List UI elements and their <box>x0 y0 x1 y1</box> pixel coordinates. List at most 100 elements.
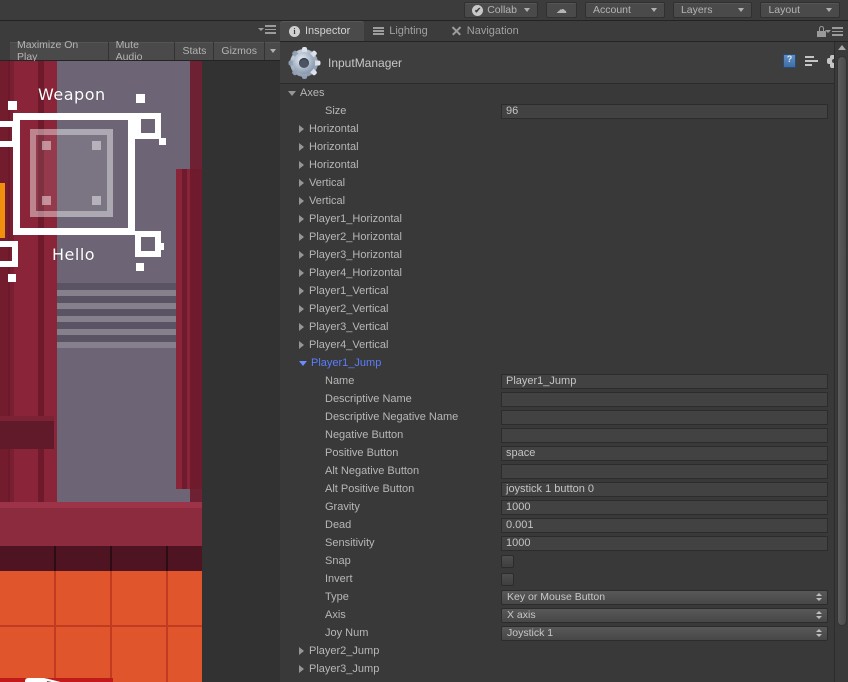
property-text-input[interactable]: 1000 <box>501 535 828 551</box>
chevron-right-icon[interactable] <box>299 197 304 205</box>
property-row[interactable]: Positive Button space <box>280 444 848 462</box>
axis-row[interactable]: Vertical <box>280 192 848 210</box>
property-row[interactable]: Sensitivity 1000 <box>280 534 848 552</box>
axes-foldout-row[interactable]: Axes <box>280 84 848 102</box>
axis-row[interactable]: Horizontal <box>280 156 848 174</box>
size-row[interactable]: Size 96 <box>280 102 848 120</box>
chevron-right-icon[interactable] <box>299 161 304 169</box>
property-row[interactable]: Type Key or Mouse Button <box>280 588 848 606</box>
scene-orange-strip <box>0 183 5 238</box>
game-panel-menu-icon[interactable] <box>258 25 276 34</box>
property-text-input[interactable]: 1000 <box>501 499 828 515</box>
property-text-input[interactable] <box>501 427 828 443</box>
property-row[interactable]: Gravity 1000 <box>280 498 848 516</box>
chevron-right-icon[interactable] <box>299 251 304 259</box>
account-button[interactable]: Account <box>585 2 665 18</box>
axis-row[interactable]: Player2_Vertical <box>280 300 848 318</box>
chevron-right-icon[interactable] <box>299 125 304 133</box>
axis-row[interactable]: Player2_Horizontal <box>280 228 848 246</box>
chevron-right-icon[interactable] <box>299 287 304 295</box>
chevron-right-icon[interactable] <box>299 305 304 313</box>
scrollbar-thumb[interactable] <box>837 56 847 626</box>
chevron-right-icon[interactable] <box>299 665 304 673</box>
property-row[interactable]: Dead 0.001 <box>280 516 848 534</box>
chevron-right-icon[interactable] <box>299 143 304 151</box>
inspector-panel: i Inspector Lighting Navigation InputMan… <box>280 21 848 682</box>
tab-navigation[interactable]: Navigation <box>442 21 533 41</box>
axis-row[interactable]: Player1_Vertical <box>280 282 848 300</box>
property-row[interactable]: Alt Positive Button joystick 1 button 0 <box>280 480 848 498</box>
size-input[interactable]: 96 <box>501 103 828 119</box>
property-text-input[interactable]: Player1_Jump <box>501 373 828 389</box>
property-row[interactable]: Snap <box>280 552 848 570</box>
axis-row[interactable]: Player4_Horizontal <box>280 264 848 282</box>
axis-row-label: Player2_Horizontal <box>309 231 402 243</box>
selected-axis-foldout-row[interactable]: Player1_Jump <box>280 354 848 372</box>
stats-button[interactable]: Stats <box>175 42 215 60</box>
chevron-right-icon[interactable] <box>299 269 304 277</box>
chevron-right-icon[interactable] <box>299 341 304 349</box>
chevron-right-icon[interactable] <box>299 179 304 187</box>
page-title: InputManager <box>328 55 403 70</box>
property-dropdown[interactable]: Joystick 1 <box>501 625 828 641</box>
property-row[interactable]: Name Player1_Jump <box>280 372 848 390</box>
property-text-input[interactable] <box>501 391 828 407</box>
tab-lighting[interactable]: Lighting <box>364 21 442 41</box>
axis-row[interactable]: Player3_Jump <box>280 660 848 678</box>
axis-row[interactable]: Player2_Jump <box>280 642 848 660</box>
property-row[interactable]: Alt Negative Button <box>280 462 848 480</box>
tab-inspector[interactable]: i Inspector <box>280 21 365 41</box>
maximize-on-play-button[interactable]: Maximize On Play <box>10 39 109 63</box>
axis-row[interactable]: Player3_Horizontal <box>280 246 848 264</box>
property-row[interactable]: Descriptive Name <box>280 390 848 408</box>
inspector-header: InputManager <box>280 42 848 84</box>
property-dropdown[interactable]: Key or Mouse Button <box>501 589 828 605</box>
cloud-icon: ☁ <box>556 3 567 16</box>
axis-row[interactable]: Horizontal <box>280 120 848 138</box>
property-text-input[interactable] <box>501 463 828 479</box>
scroll-up-arrow-icon[interactable] <box>838 45 846 50</box>
axis-row[interactable]: Player4_Vertical <box>280 336 848 354</box>
selection-box[interactable] <box>13 113 135 235</box>
property-text-input[interactable]: joystick 1 button 0 <box>501 481 828 497</box>
chevron-right-icon[interactable] <box>299 323 304 331</box>
chevron-right-icon[interactable] <box>299 233 304 241</box>
cloud-button[interactable]: ☁ <box>546 2 577 18</box>
property-row[interactable]: Joy Num Joystick 1 <box>280 624 848 642</box>
lighting-icon <box>373 27 385 35</box>
gizmos-dropdown-button[interactable] <box>264 42 280 60</box>
collab-button[interactable]: ✔ Collab <box>464 2 538 18</box>
axis-row[interactable]: Player1_Horizontal <box>280 210 848 228</box>
marker-dot <box>8 274 16 282</box>
preset-icon[interactable] <box>805 55 818 67</box>
axis-row[interactable]: Horizontal <box>280 138 848 156</box>
chevron-down-icon[interactable] <box>288 91 296 96</box>
help-icon[interactable] <box>783 54 796 68</box>
scene-floor-dark-lines <box>0 546 202 571</box>
layers-button[interactable]: Layers <box>672 2 753 18</box>
axis-row-label: Player3_Horizontal <box>309 249 402 261</box>
inspector-menu-icon[interactable] <box>825 27 843 36</box>
property-text-input[interactable] <box>501 409 828 425</box>
axis-row[interactable]: Vertical <box>280 174 848 192</box>
mute-audio-button[interactable]: Mute Audio <box>108 39 176 63</box>
property-dropdown[interactable]: X axis <box>501 607 828 623</box>
game-view[interactable]: Weapon Hello <box>0 61 202 682</box>
property-text-input[interactable]: space <box>501 445 828 461</box>
property-checkbox[interactable] <box>501 554 514 568</box>
chevron-down-icon[interactable] <box>299 361 307 366</box>
property-text-input[interactable]: 0.001 <box>501 517 828 533</box>
property-row[interactable]: Descriptive Negative Name <box>280 408 848 426</box>
property-checkbox[interactable] <box>501 572 514 586</box>
property-label: Type <box>325 591 349 603</box>
property-row[interactable]: Axis X axis <box>280 606 848 624</box>
gizmos-button[interactable]: Gizmos <box>214 42 264 60</box>
axis-row[interactable]: Player3_Vertical <box>280 318 848 336</box>
property-row[interactable]: Invert <box>280 570 848 588</box>
layout-button[interactable]: Layout <box>760 2 840 18</box>
chevron-right-icon[interactable] <box>299 215 304 223</box>
chevron-right-icon[interactable] <box>299 647 304 655</box>
top-toolbar: ✔ Collab ☁ Account Layers Layout <box>0 0 848 21</box>
inspector-scrollbar[interactable] <box>834 42 848 682</box>
property-row[interactable]: Negative Button <box>280 426 848 444</box>
